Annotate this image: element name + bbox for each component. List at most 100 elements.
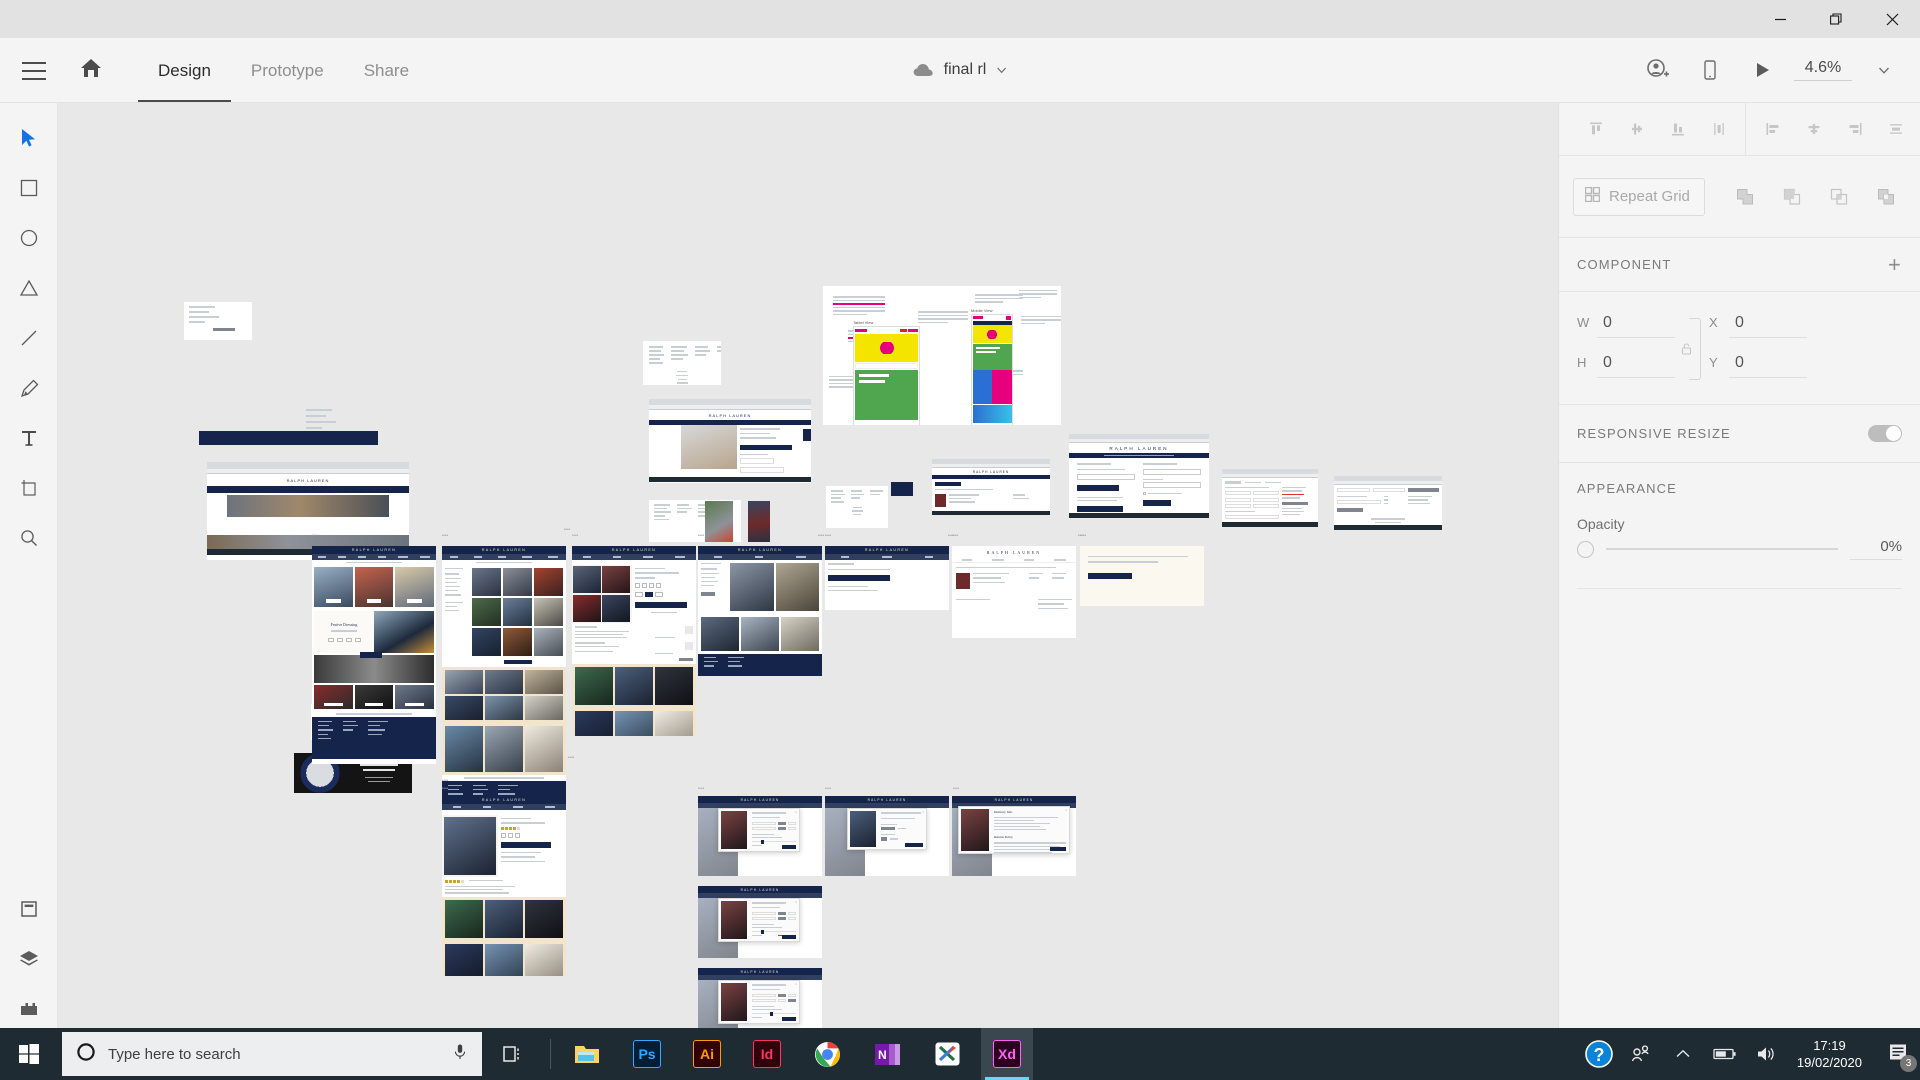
artboard-navy-tile[interactable] <box>891 482 913 496</box>
tab-share[interactable]: Share <box>344 38 429 102</box>
document-title-group[interactable]: final rl <box>913 61 1008 79</box>
show-hidden-icons-chevron[interactable] <box>1663 1028 1703 1080</box>
size-guide-dialog[interactable]: × <box>718 808 800 852</box>
opacity-control[interactable]: 0% <box>1577 538 1902 560</box>
layers-stack-icon[interactable] <box>0 934 58 984</box>
artboard-label[interactable]: ••• <box>1078 533 1084 539</box>
artboard-size-guide-modal-3[interactable]: RALPH LAUREN × <box>698 886 822 958</box>
artboard-label[interactable]: ••• <box>568 755 574 761</box>
play-preview-icon[interactable] <box>1740 48 1784 92</box>
artboard-label[interactable]: ••• <box>312 533 318 539</box>
align-top-icon[interactable] <box>1575 110 1616 148</box>
y-field[interactable]: Y 0 <box>1709 354 1807 378</box>
restore-button[interactable] <box>1808 0 1864 38</box>
artboard-nav-strip[interactable] <box>199 431 378 445</box>
speaker-volume-icon[interactable] <box>1747 1028 1787 1080</box>
taskbar-clock[interactable]: 17:19 19/02/2020 <box>1789 1037 1874 1071</box>
artboard-label[interactable]: ••• <box>572 533 578 539</box>
design-canvas[interactable]: RALPH LAUREN Tablet View Mobile View RAL… <box>58 103 1558 1058</box>
artboard-category-page[interactable]: RALPH LAUREN <box>442 546 566 808</box>
repeat-grid-button[interactable]: Repeat Grid <box>1573 177 1705 216</box>
taskbar-app-onenote[interactable]: N <box>861 1028 913 1080</box>
width-field[interactable]: W 0 <box>1577 314 1675 338</box>
battery-icon[interactable] <box>1705 1028 1745 1080</box>
invite-user-icon[interactable] <box>1636 48 1680 92</box>
artboard-account-page[interactable]: RALPH LAUREN <box>952 546 1076 638</box>
hamburger-icon[interactable] <box>20 56 48 84</box>
artboard-nav-menu-small[interactable] <box>184 302 252 340</box>
polygon-tool[interactable] <box>0 263 58 313</box>
taskbar-app-file-explorer[interactable] <box>561 1028 613 1080</box>
pen-tool[interactable] <box>0 363 58 413</box>
ellipse-tool[interactable] <box>0 213 58 263</box>
action-center-button[interactable]: 3 <box>1876 1028 1920 1080</box>
artboard-wishlist-page[interactable]: RALPH LAUREN <box>825 546 949 610</box>
artboard-product-browser[interactable]: RALPH LAUREN <box>649 399 811 483</box>
distribute-vertical-icon[interactable] <box>1875 110 1916 148</box>
zoom-chevron-down-icon[interactable] <box>1862 48 1906 92</box>
opacity-slider-track[interactable] <box>1606 548 1838 550</box>
artboard-checkout-page[interactable] <box>1222 469 1318 527</box>
distribute-horizontal-icon[interactable] <box>1698 110 1739 148</box>
help-question-icon[interactable]: ? <box>1579 1028 1619 1080</box>
artboard-lookbook-page[interactable]: RALPH LAUREN <box>698 546 822 676</box>
zoom-tool[interactable] <box>0 513 58 563</box>
taskbar-app-indesign[interactable]: Id <box>741 1028 793 1080</box>
size-guide-dialog-alt2[interactable]: × <box>718 980 800 1024</box>
artboard-sitemap-2[interactable] <box>826 486 888 528</box>
search-input[interactable]: Type here to search <box>62 1032 482 1076</box>
artboard-photo-cyclist[interactable] <box>705 501 733 542</box>
artboard-size-guide-modal-1[interactable]: RALPH LAUREN × <box>698 796 822 876</box>
zoom-level-value[interactable]: 4.6% <box>1794 59 1852 81</box>
text-tool[interactable] <box>0 413 58 463</box>
boolean-subtract-icon[interactable] <box>1771 178 1812 216</box>
artboard-label[interactable]: ••• <box>564 527 570 533</box>
line-tool[interactable] <box>0 313 58 363</box>
width-value[interactable]: 0 <box>1597 314 1675 338</box>
artboard-listing-page[interactable]: RALPH LAUREN <box>442 796 566 976</box>
height-field[interactable]: H 0 <box>1577 354 1675 378</box>
artboard-label[interactable]: ••• <box>442 786 448 792</box>
artboard-label[interactable]: ••• <box>825 786 831 792</box>
select-tool[interactable] <box>0 113 58 163</box>
taskbar-app-illustrator[interactable]: Ai <box>681 1028 733 1080</box>
task-view-icon[interactable] <box>488 1028 540 1080</box>
close-button[interactable] <box>1864 0 1920 38</box>
windows-logo-icon[interactable] <box>0 1028 58 1080</box>
tab-design[interactable]: Design <box>138 38 231 102</box>
boolean-union-icon[interactable] <box>1724 178 1765 216</box>
add-component-button[interactable]: + <box>1888 253 1902 276</box>
artboard-delivery-modal[interactable]: RALPH LAUREN Delivery Info Returns Polic… <box>952 796 1076 876</box>
artboard-tool[interactable] <box>0 463 58 513</box>
unlocked-padlock-icon[interactable] <box>1681 342 1692 360</box>
artboard-label[interactable]: ••• <box>698 533 704 539</box>
artboard-photo-sweater[interactable] <box>748 501 770 542</box>
artboard-label[interactable]: ••• <box>442 533 448 539</box>
chevron-down-icon[interactable] <box>995 64 1007 76</box>
boolean-intersect-icon[interactable] <box>1818 178 1859 216</box>
height-value[interactable]: 0 <box>1597 354 1675 378</box>
artboard-label[interactable]: ••• <box>698 786 704 792</box>
align-right-icon[interactable] <box>1834 110 1875 148</box>
assets-panel-icon[interactable] <box>0 884 58 934</box>
minimize-button[interactable] <box>1752 0 1808 38</box>
align-left-icon[interactable] <box>1752 110 1793 148</box>
stock-notify-dialog[interactable]: × <box>847 808 927 850</box>
boolean-exclude-icon[interactable] <box>1865 178 1906 216</box>
align-horizontal-center-icon[interactable] <box>1793 110 1834 148</box>
artboard-label[interactable]: ••• <box>953 786 959 792</box>
artboard-label[interactable]: ••• <box>442 778 448 784</box>
align-bottom-icon[interactable] <box>1657 110 1698 148</box>
size-guide-dialog-alt[interactable]: × <box>718 898 800 942</box>
x-field[interactable]: X 0 <box>1709 314 1807 338</box>
taskbar-app-photoshop[interactable]: Ps <box>621 1028 673 1080</box>
artboard-product-page[interactable]: RALPH LAUREN <box>572 546 696 736</box>
artboard-size-guide-modal-2[interactable]: RALPH LAUREN × <box>825 796 949 876</box>
artboard-label[interactable]: ••• <box>825 533 831 539</box>
opacity-value[interactable]: 0% <box>1850 538 1902 560</box>
align-vertical-center-icon[interactable] <box>1616 110 1657 148</box>
y-value[interactable]: 0 <box>1729 354 1807 378</box>
microphone-icon[interactable] <box>452 1043 468 1066</box>
artboard-review-page[interactable] <box>1334 476 1442 530</box>
taskbar-app-chrome[interactable] <box>801 1028 853 1080</box>
